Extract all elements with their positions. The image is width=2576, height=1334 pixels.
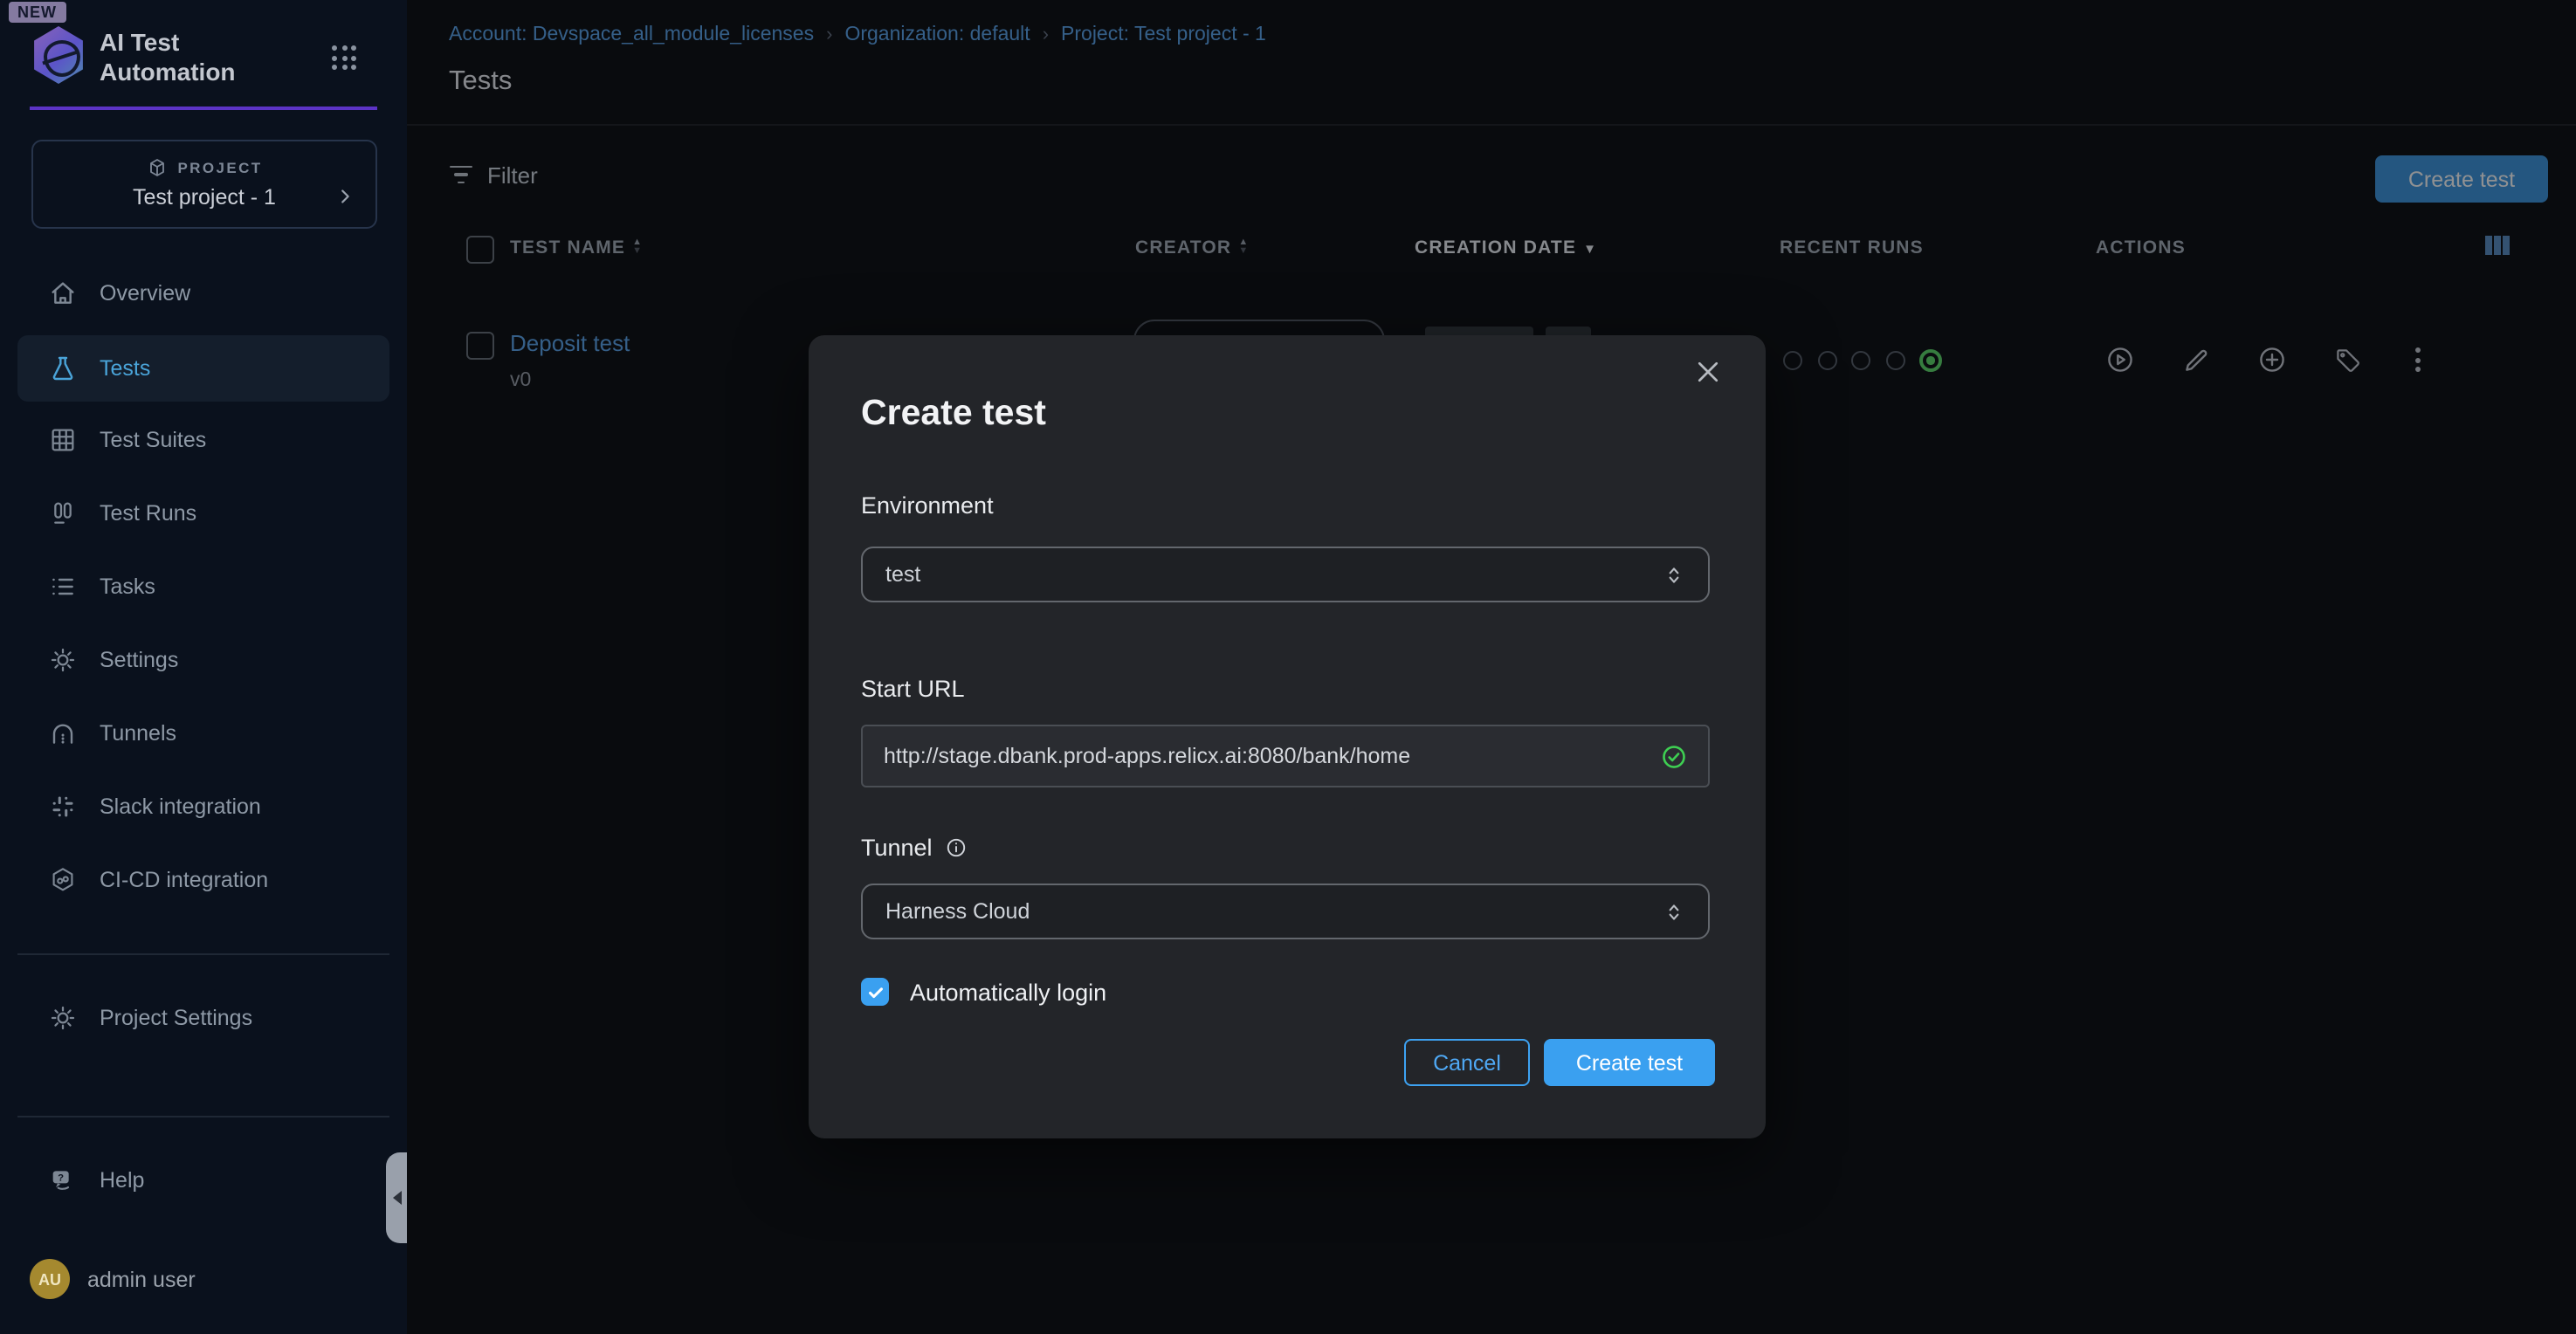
test-runs-icon bbox=[49, 499, 77, 527]
modal-title: Create test bbox=[861, 393, 1046, 435]
sidebar-item-test-suites[interactable]: Test Suites bbox=[17, 407, 389, 473]
gear-icon bbox=[49, 1004, 77, 1032]
help-chat-icon: ? bbox=[49, 1166, 77, 1194]
brand-divider bbox=[30, 107, 377, 110]
info-icon[interactable] bbox=[945, 836, 968, 859]
start-url-label: Start URL bbox=[861, 676, 965, 702]
start-url-value: http://stage.dbank.prod-apps.relicx.ai:8… bbox=[884, 744, 1410, 768]
app-name: AI TestAutomation bbox=[100, 28, 236, 87]
auto-login-label: Automatically login bbox=[910, 979, 1106, 1005]
sidebar: NEW AI TestAutomation PROJECT Test proje… bbox=[0, 0, 407, 1334]
sidebar-item-help[interactable]: ? Help bbox=[17, 1147, 389, 1214]
gear-icon bbox=[49, 646, 77, 674]
tunnel-value: Harness Cloud bbox=[885, 899, 1030, 924]
new-badge: NEW bbox=[9, 2, 65, 23]
sidebar-item-settings[interactable]: Settings bbox=[17, 627, 389, 693]
sidebar-divider bbox=[17, 1116, 389, 1117]
user-name: admin user bbox=[87, 1267, 196, 1291]
close-icon[interactable] bbox=[1692, 356, 1724, 388]
app-switcher-icon[interactable] bbox=[332, 45, 360, 73]
chevron-right-icon bbox=[335, 187, 355, 206]
sidebar-item-tests[interactable]: Tests bbox=[17, 335, 389, 402]
sidebar-item-tunnels[interactable]: Tunnels bbox=[17, 700, 389, 767]
tunnel-icon bbox=[49, 719, 77, 747]
environment-select[interactable]: test bbox=[861, 547, 1710, 602]
sidebar-item-slack-integration[interactable]: Slack integration bbox=[17, 774, 389, 840]
svg-text:?: ? bbox=[58, 1172, 64, 1183]
project-name: Test project - 1 bbox=[33, 185, 375, 210]
sidebar-collapse-handle[interactable] bbox=[386, 1152, 407, 1243]
grid-icon bbox=[49, 426, 77, 454]
project-selector[interactable]: PROJECT Test project - 1 bbox=[31, 140, 377, 229]
app-root: Account: Devspace_all_module_licenses › … bbox=[0, 0, 2576, 1334]
check-icon bbox=[865, 982, 885, 1001]
home-icon bbox=[49, 279, 77, 307]
flask-icon bbox=[49, 354, 77, 382]
avatar: AU bbox=[30, 1259, 70, 1299]
create-test-modal: Create test Environment test Start URL h… bbox=[809, 335, 1766, 1138]
auto-login-checkbox[interactable] bbox=[861, 978, 889, 1006]
tunnel-label: Tunnel bbox=[861, 835, 968, 861]
sidebar-divider bbox=[17, 953, 389, 955]
sidebar-item-overview[interactable]: Overview bbox=[17, 260, 389, 327]
start-url-input[interactable]: http://stage.dbank.prod-apps.relicx.ai:8… bbox=[861, 725, 1710, 787]
cancel-button[interactable]: Cancel bbox=[1404, 1039, 1530, 1086]
sidebar-item-project-settings[interactable]: Project Settings bbox=[17, 985, 389, 1051]
select-stepper-icon bbox=[1663, 561, 1685, 588]
tasks-icon bbox=[49, 573, 77, 601]
project-label: PROJECT bbox=[177, 159, 262, 176]
auto-login-row: Automatically login bbox=[861, 978, 1106, 1006]
sidebar-item-test-runs[interactable]: Test Runs bbox=[17, 480, 389, 547]
create-test-submit-button[interactable]: Create test bbox=[1544, 1039, 1715, 1086]
app-logo-icon[interactable] bbox=[31, 26, 86, 84]
sidebar-item-tasks[interactable]: Tasks bbox=[17, 554, 389, 620]
environment-label: Environment bbox=[861, 492, 994, 519]
environment-value: test bbox=[885, 562, 920, 587]
tunnel-select[interactable]: Harness Cloud bbox=[861, 884, 1710, 939]
sidebar-item-cicd-integration[interactable]: CI-CD integration bbox=[17, 847, 389, 913]
slack-icon bbox=[49, 793, 77, 821]
cube-icon bbox=[146, 157, 167, 178]
valid-check-icon bbox=[1661, 743, 1687, 769]
cicd-hexagon-link-icon bbox=[49, 866, 77, 894]
select-stepper-icon bbox=[1663, 898, 1685, 925]
user-menu[interactable]: AU admin user bbox=[30, 1259, 196, 1299]
